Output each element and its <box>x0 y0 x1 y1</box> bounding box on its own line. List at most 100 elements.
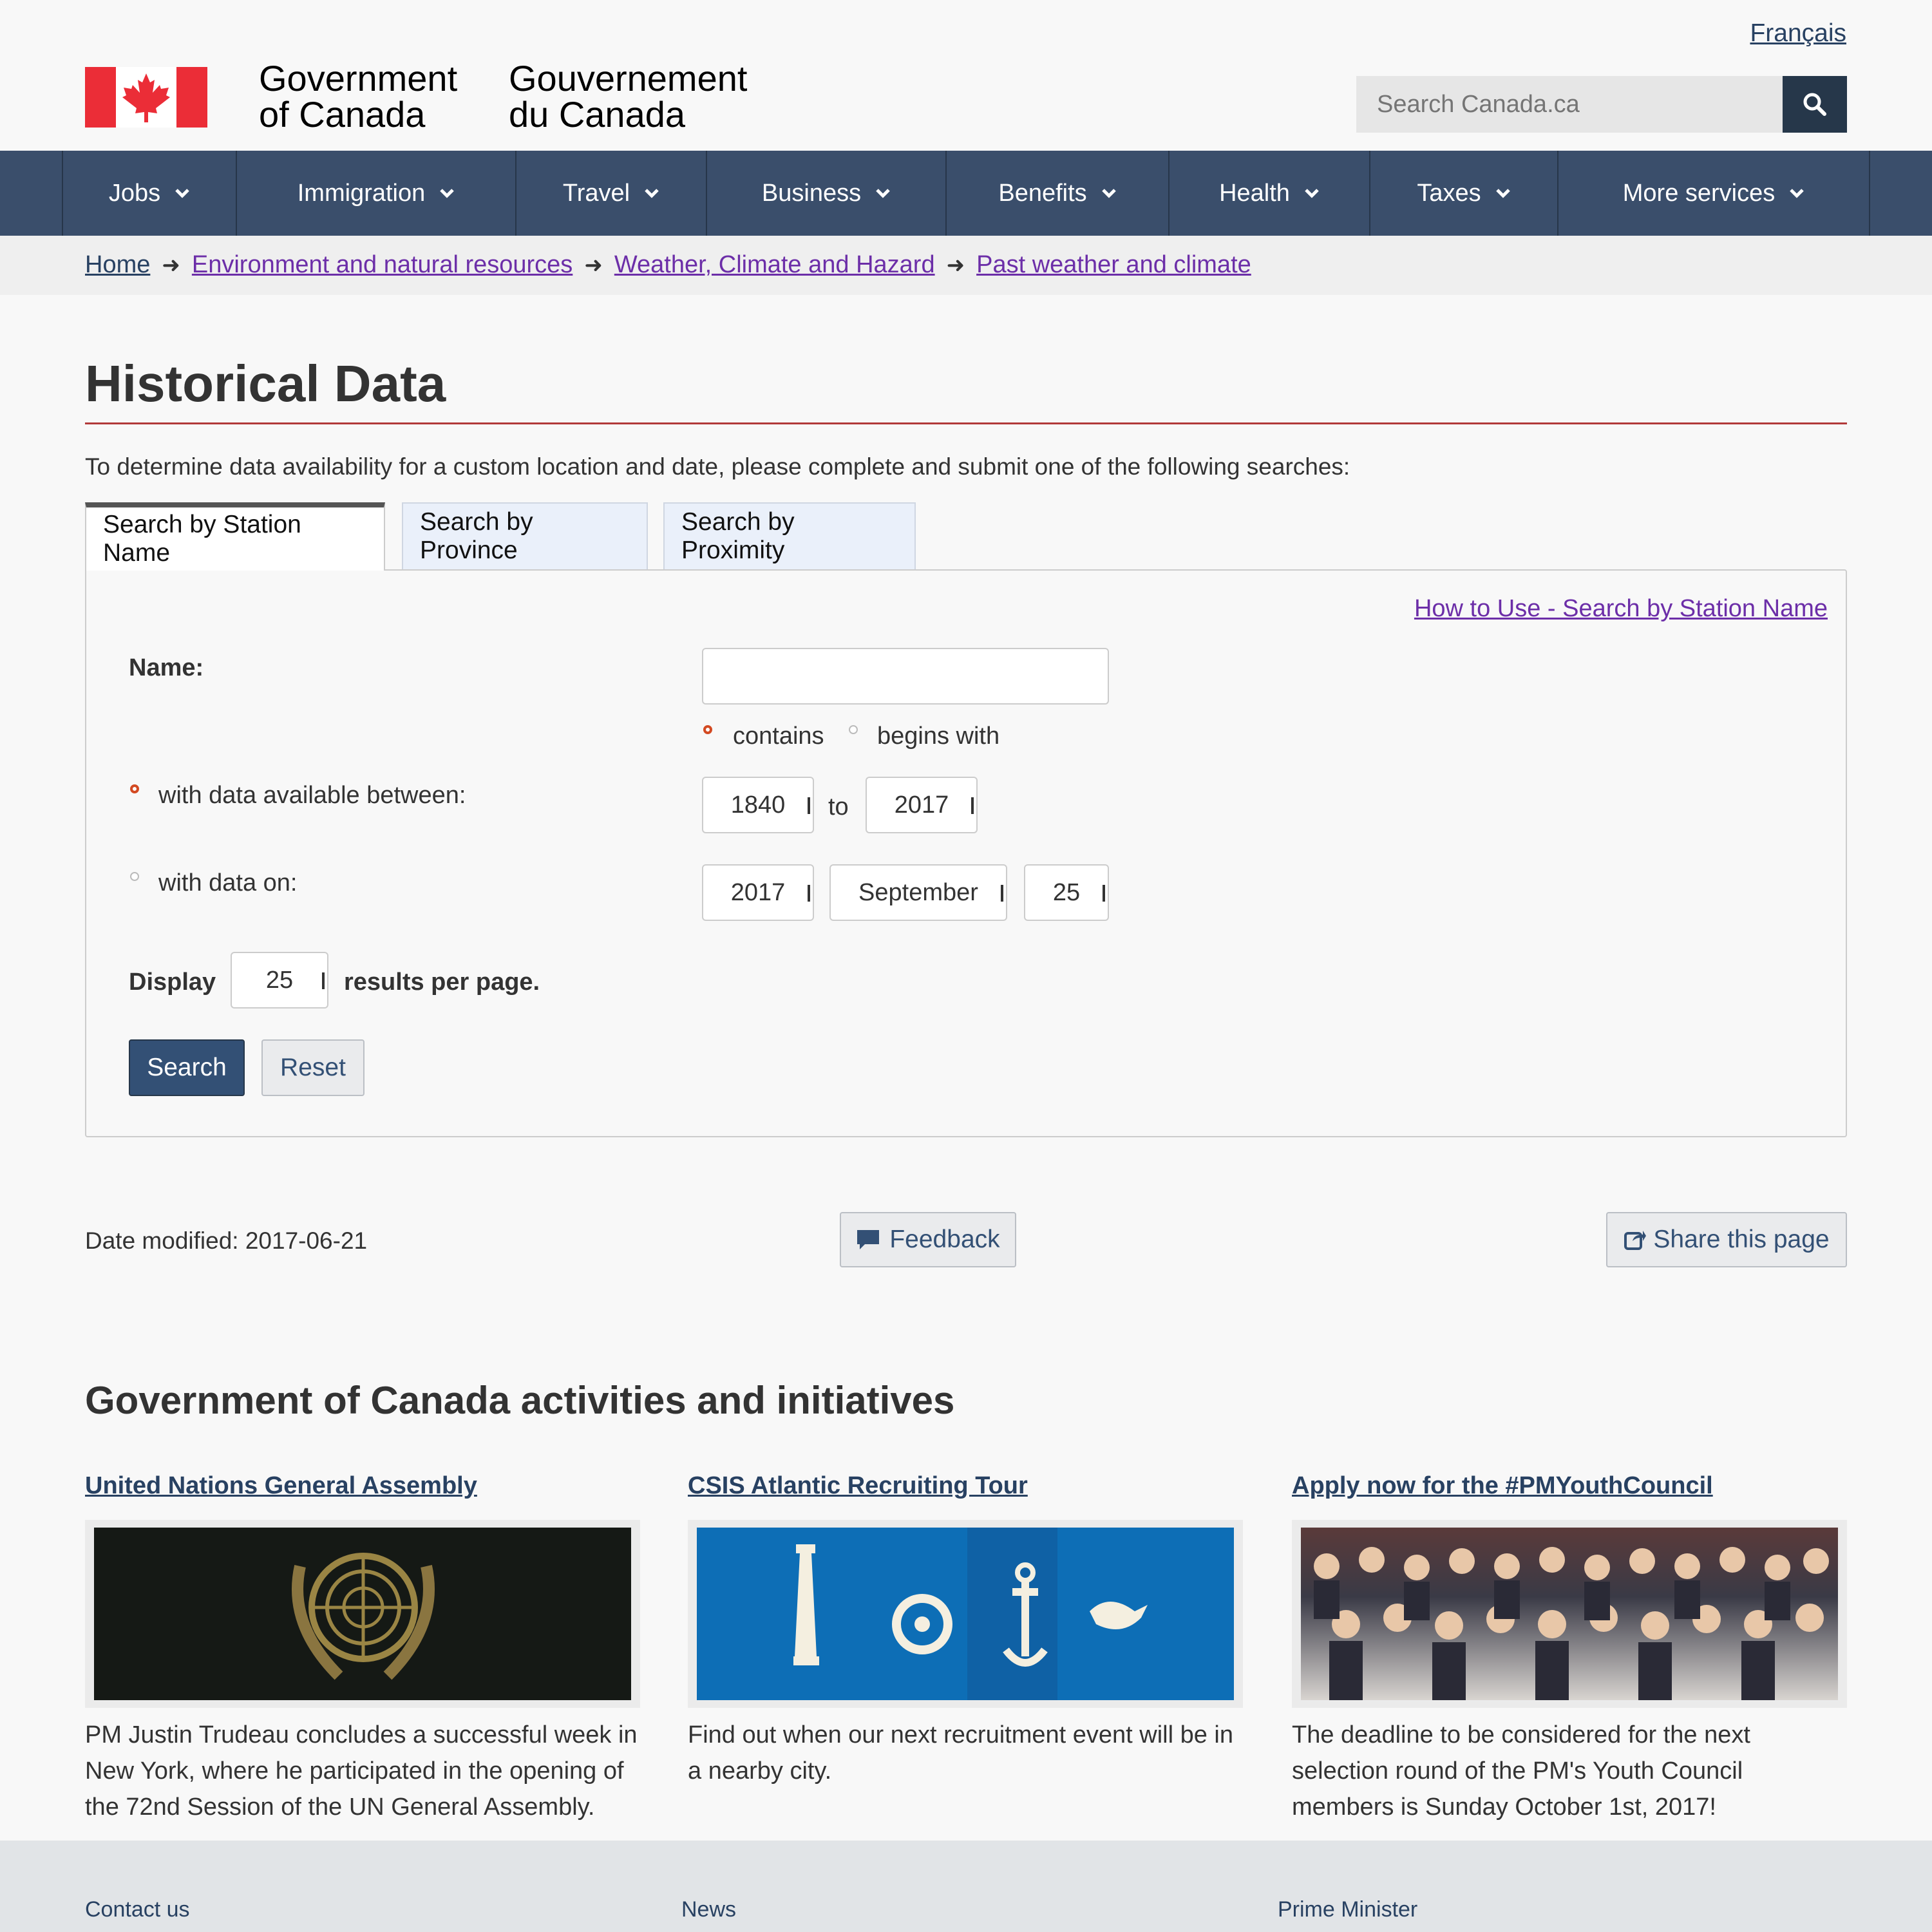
breadcrumb-past-weather[interactable]: Past weather and climate <box>976 251 1251 279</box>
menu-item-label: Benefits <box>998 179 1087 207</box>
youth-council-group-photo[interactable] <box>1301 1528 1838 1700</box>
breadcrumb-home[interactable]: Home <box>85 251 150 279</box>
footer-contact-link[interactable]: Contact us <box>85 1897 190 1922</box>
signature-fr: Gouvernement du Canada <box>509 61 747 133</box>
arrow-right-icon: ➜ <box>946 252 965 278</box>
per-page-select[interactable]: 25 <box>231 952 328 1009</box>
signature-en-line1: Government <box>259 58 458 99</box>
feature-image-frame <box>1292 1520 1847 1708</box>
signature-en-line2: of Canada <box>259 94 426 135</box>
year-from-select[interactable]: 1840 <box>702 777 814 833</box>
feature-card: CSIS Atlantic Recruiting Tour Find out w… <box>688 1472 1243 1789</box>
footer-prime-minister-link[interactable]: Prime Minister <box>1278 1897 1417 1922</box>
to-label: to <box>828 793 849 820</box>
on-date-radio[interactable] <box>130 872 139 881</box>
csis-recruiting-image[interactable] <box>697 1528 1234 1700</box>
share-button[interactable]: Share this page <box>1606 1212 1847 1267</box>
chevron-down-icon <box>1101 189 1116 198</box>
tab-station-name[interactable]: Search by Station Name <box>85 502 385 571</box>
chevron-down-icon <box>645 189 659 198</box>
year-from-value: 1840 <box>730 791 786 819</box>
contains-label: contains <box>733 723 824 750</box>
page-title: Historical Data <box>85 355 446 412</box>
site-footer <box>0 1841 1932 1932</box>
date-modified: Date modified: 2017-06-21 <box>85 1227 368 1254</box>
station-name-input[interactable] <box>702 648 1109 705</box>
per-page-value: 25 <box>265 966 294 994</box>
begins-with-label: begins with <box>877 723 1000 750</box>
feature-text: PM Justin Trudeau concludes a successful… <box>85 1721 638 1821</box>
maritime-icons <box>793 1528 1148 1700</box>
feature-card: United Nations General Assembly PM Justi… <box>85 1472 640 1825</box>
feature-card: Apply now for the #PMYouthCouncil The de… <box>1292 1472 1847 1825</box>
contains-radio[interactable] <box>703 725 712 734</box>
feature-image-frame <box>85 1520 640 1708</box>
menu-item-label: Business <box>761 179 862 207</box>
breadcrumb: Home ➜ Environment and natural resources… <box>0 236 1932 295</box>
menu-item-label: Taxes <box>1417 179 1481 207</box>
range-label: with data available between: <box>158 782 466 809</box>
on-day-select[interactable]: 25 <box>1024 864 1109 921</box>
feature-title-link[interactable]: Apply now for the #PMYouthCouncil <box>1292 1472 1847 1511</box>
menu-item-taxes[interactable]: Taxes <box>1369 151 1557 236</box>
search-submit-button[interactable]: Search <box>129 1039 245 1096</box>
feature-title-link[interactable]: CSIS Atlantic Recruiting Tour <box>688 1472 1243 1511</box>
arrow-right-icon: ➜ <box>162 252 180 278</box>
footer-news-link[interactable]: News <box>681 1897 736 1922</box>
on-date-label: with data on: <box>158 869 298 896</box>
howto-link[interactable]: How to Use - Search by Station Name <box>1414 595 1828 623</box>
search-input[interactable] <box>1356 76 1783 133</box>
on-year-value: 2017 <box>730 878 786 906</box>
un-emblem-image[interactable] <box>94 1528 631 1700</box>
menu-item-more-services[interactable]: More services <box>1557 151 1870 236</box>
search-button[interactable] <box>1783 76 1847 133</box>
feedback-label: Feedback <box>889 1226 1000 1253</box>
menu-item-benefits[interactable]: Benefits <box>945 151 1168 236</box>
chevron-down-icon <box>440 189 455 198</box>
breadcrumb-weather[interactable]: Weather, Climate and Hazard <box>614 251 935 279</box>
menu-item-label: Travel <box>562 179 630 207</box>
menu-item-label: Health <box>1219 179 1290 207</box>
chevron-down-icon <box>1790 189 1804 198</box>
feedback-button[interactable]: Feedback <box>840 1212 1016 1267</box>
menu-item-jobs[interactable]: Jobs <box>62 151 236 236</box>
menu-item-health[interactable]: Health <box>1168 151 1369 236</box>
breadcrumb-environment[interactable]: Environment and natural resources <box>192 251 573 279</box>
chevron-down-icon <box>1305 189 1319 198</box>
on-year-select[interactable]: 2017 <box>702 864 814 921</box>
menu-item-label: Jobs <box>108 179 161 207</box>
search-icon <box>1803 93 1826 116</box>
main-menu: Jobs Immigration Travel Business Benefit… <box>0 151 1932 236</box>
arrow-right-icon: ➜ <box>584 252 603 278</box>
tab-province[interactable]: Search by Province <box>402 502 648 571</box>
feature-text: Find out when our next recruitment event… <box>688 1721 1233 1785</box>
on-day-value: 25 <box>1052 878 1081 906</box>
on-month-value: September <box>858 878 978 906</box>
menu-item-business[interactable]: Business <box>706 151 945 236</box>
share-icon <box>1624 1231 1647 1250</box>
share-label: Share this page <box>1653 1226 1830 1253</box>
on-month-select[interactable]: September <box>829 864 1007 921</box>
range-radio[interactable] <box>130 784 139 793</box>
menu-item-travel[interactable]: Travel <box>515 151 706 236</box>
signature-en: Government of Canada <box>259 61 457 133</box>
display-label: Display <box>129 969 216 996</box>
chevron-down-icon <box>1495 189 1510 198</box>
per-page-suffix: results per page. <box>344 969 540 996</box>
group-photo-silhouettes <box>1314 1547 1829 1700</box>
language-toggle-link[interactable]: Français <box>1750 19 1846 48</box>
site-search <box>1356 76 1847 133</box>
canada-flag-icon <box>85 67 207 128</box>
title-divider <box>85 422 1847 424</box>
signature-fr-line1: Gouvernement <box>509 58 748 99</box>
menu-item-label: Immigration <box>297 179 426 207</box>
chevron-down-icon <box>876 189 890 198</box>
feature-title-link[interactable]: United Nations General Assembly <box>85 1472 640 1511</box>
chevron-down-icon <box>175 189 189 198</box>
year-to-select[interactable]: 2017 <box>866 777 978 833</box>
reset-button[interactable]: Reset <box>261 1039 365 1096</box>
menu-item-immigration[interactable]: Immigration <box>236 151 515 236</box>
begins-with-radio[interactable] <box>849 725 858 734</box>
menu-item-label: More services <box>1622 179 1776 207</box>
tab-proximity[interactable]: Search by Proximity <box>663 502 916 571</box>
